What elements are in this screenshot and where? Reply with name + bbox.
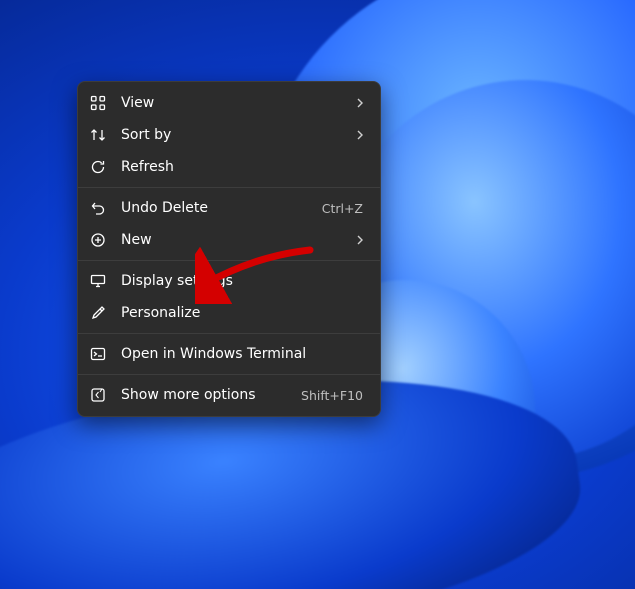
- new-icon: [89, 231, 107, 249]
- menu-item-label: Show more options: [121, 387, 287, 403]
- menu-separator: [78, 374, 380, 375]
- menu-separator: [78, 187, 380, 188]
- chevron-right-icon: [355, 130, 365, 140]
- menu-item-view[interactable]: View: [83, 87, 375, 119]
- menu-item-label: New: [121, 232, 341, 248]
- terminal-icon: [89, 345, 107, 363]
- chevron-right-icon: [355, 235, 365, 245]
- menu-separator: [78, 333, 380, 334]
- menu-item-label: Undo Delete: [121, 200, 308, 216]
- desktop-context-menu: View Sort by Refresh: [77, 81, 381, 417]
- sort-icon: [89, 126, 107, 144]
- menu-item-label: Personalize: [121, 305, 365, 321]
- menu-item-undo-delete[interactable]: Undo Delete Ctrl+Z: [83, 192, 375, 224]
- menu-item-label: Display settings: [121, 273, 365, 289]
- menu-item-open-terminal[interactable]: Open in Windows Terminal: [83, 338, 375, 370]
- menu-separator: [78, 260, 380, 261]
- menu-item-show-more-options[interactable]: Show more options Shift+F10: [83, 379, 375, 411]
- more-options-icon: [89, 386, 107, 404]
- menu-item-label: Refresh: [121, 159, 365, 175]
- personalize-icon: [89, 304, 107, 322]
- menu-item-shortcut: Shift+F10: [301, 388, 363, 403]
- menu-item-sort-by[interactable]: Sort by: [83, 119, 375, 151]
- menu-item-personalize[interactable]: Personalize: [83, 297, 375, 329]
- menu-item-label: Sort by: [121, 127, 341, 143]
- undo-icon: [89, 199, 107, 217]
- menu-item-shortcut: Ctrl+Z: [322, 201, 363, 216]
- display-icon: [89, 272, 107, 290]
- refresh-icon: [89, 158, 107, 176]
- menu-item-label: View: [121, 95, 341, 111]
- chevron-right-icon: [355, 98, 365, 108]
- menu-item-refresh[interactable]: Refresh: [83, 151, 375, 183]
- grid-icon: [89, 94, 107, 112]
- menu-item-display-settings[interactable]: Display settings: [83, 265, 375, 297]
- menu-item-new[interactable]: New: [83, 224, 375, 256]
- menu-item-label: Open in Windows Terminal: [121, 346, 365, 362]
